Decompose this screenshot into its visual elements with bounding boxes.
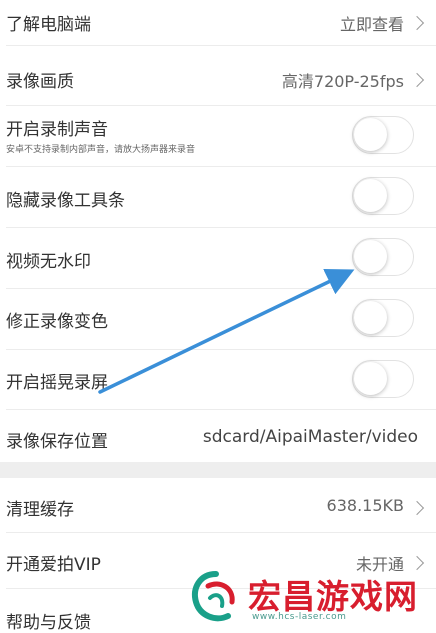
toggle-knob <box>354 301 387 334</box>
video-quality-value: 高清720P-25fps <box>281 72 404 91</box>
chevron-right-icon <box>409 500 425 516</box>
save-location-value: sdcard/AipaiMaster/video <box>202 427 418 447</box>
fix-color-label: 修正录像变色 <box>6 312 108 332</box>
shake-record-label: 开启摇晃录屏 <box>6 373 108 393</box>
hide-toolbar-toggle[interactable] <box>352 177 414 215</box>
watermark-brand: 宏昌游戏网 <box>248 577 418 616</box>
no-watermark-label: 视频无水印 <box>6 252 91 272</box>
learn-pc-row[interactable]: 了解电脑端 立即查看 <box>0 0 436 44</box>
shake-record-row: 开启摇晃录屏 <box>0 350 436 408</box>
help-label: 帮助与反馈 <box>6 613 91 633</box>
chevron-right-icon <box>409 72 425 88</box>
no-watermark-row: 视频无水印 <box>0 228 436 287</box>
toggle-knob <box>354 179 387 212</box>
clear-cache-label: 清理缓存 <box>6 500 74 520</box>
no-watermark-toggle[interactable] <box>352 238 414 276</box>
learn-pc-value: 立即查看 <box>339 15 404 34</box>
record-sound-label: 开启录制声音 <box>6 120 108 140</box>
video-quality-label: 录像画质 <box>6 72 74 92</box>
fix-color-row: 修正录像变色 <box>0 289 436 348</box>
watermark-logo-icon <box>192 571 235 622</box>
toggle-knob <box>354 240 387 273</box>
video-quality-row[interactable]: 录像画质 高清720P-25fps <box>0 46 436 104</box>
chevron-right-icon <box>409 15 425 31</box>
toggle-knob <box>354 118 387 151</box>
save-location-row[interactable]: 录像保存位置 sdcard/AipaiMaster/video <box>0 410 436 462</box>
fix-color-toggle[interactable] <box>352 299 414 337</box>
record-sound-row: 开启录制声音 安卓不支持录制内部声音，请放大扬声器来录音 <box>0 106 436 165</box>
clear-cache-row[interactable]: 清理缓存 638.15KB <box>0 478 436 532</box>
record-sound-toggle[interactable] <box>352 116 414 154</box>
record-sound-hint: 安卓不支持录制内部声音，请放大扬声器来录音 <box>6 145 196 155</box>
clear-cache-value: 638.15KB <box>326 496 404 515</box>
vip-label: 开通爱拍VIP <box>6 555 101 575</box>
hide-toolbar-row: 隐藏录像工具条 <box>0 167 436 226</box>
save-location-label: 录像保存位置 <box>6 432 108 452</box>
site-watermark: 宏昌游戏网 www.hcs-laser.com <box>186 568 426 631</box>
toggle-knob <box>354 362 387 395</box>
watermark-url: www.hcs-laser.com <box>252 612 347 622</box>
section-gap <box>0 462 436 478</box>
shake-record-toggle[interactable] <box>352 360 414 398</box>
hide-toolbar-label: 隐藏录像工具条 <box>6 191 125 211</box>
learn-pc-label: 了解电脑端 <box>6 15 91 35</box>
